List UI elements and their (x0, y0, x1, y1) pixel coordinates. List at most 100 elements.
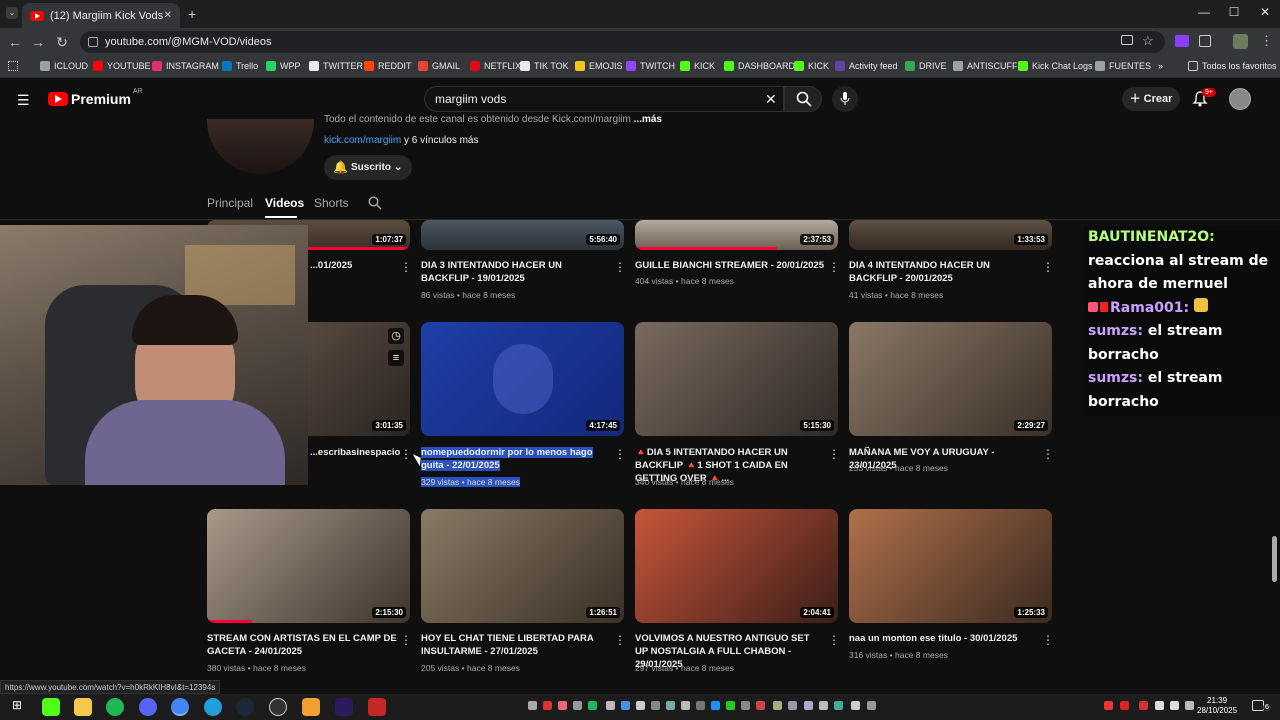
tray-icon[interactable] (651, 701, 660, 710)
bookmark-icloud[interactable]: ICLOUD (40, 61, 88, 71)
video-menu-icon[interactable]: ⋮ (828, 448, 840, 460)
browser-tab[interactable]: (12) Margiim Kick Vods - YouTube ✕ (22, 3, 180, 28)
extension-icon[interactable] (1175, 35, 1189, 47)
tray-icon[interactable] (773, 701, 782, 710)
video-menu-icon[interactable]: ⋮ (614, 261, 626, 273)
obs-icon[interactable] (269, 698, 287, 716)
search-input[interactable]: margiim vods ✕ (424, 86, 784, 112)
bookmark-antiscuff[interactable]: ANTISCUFF (953, 61, 1018, 71)
video-menu-icon[interactable]: ⋮ (614, 448, 626, 460)
tray-icon[interactable] (573, 701, 582, 710)
minimize-button[interactable]: — (1189, 5, 1219, 19)
close-tab-icon[interactable]: ✕ (164, 10, 172, 21)
create-button[interactable]: ＋ Crear (1122, 87, 1180, 111)
apps-grid-icon[interactable] (8, 61, 18, 71)
bookmark-kick-chat-logs[interactable]: Kick Chat Logs (1018, 61, 1093, 71)
app-icon[interactable] (302, 698, 320, 716)
bookmark-drive[interactable]: DRIVE (905, 61, 947, 71)
tray-icon[interactable] (711, 701, 720, 710)
video-menu-icon[interactable]: ⋮ (1042, 448, 1054, 460)
tab-videos[interactable]: Videos (265, 196, 304, 210)
video-title[interactable]: STREAM CON ARTISTAS EN EL CAMP DE GACETA… (207, 632, 397, 658)
tray-icon[interactable] (696, 701, 705, 710)
watch-later-icon[interactable]: ◷ (388, 328, 404, 344)
tab-shorts[interactable]: Shorts (314, 196, 349, 210)
add-to-queue-icon[interactable]: ≡ (388, 350, 404, 366)
address-bar[interactable]: youtube.com/@MGM-VOD/videos (80, 31, 1165, 53)
video-thumbnail[interactable]: 1:33:53 (849, 220, 1052, 250)
video-thumbnail[interactable]: 2:29:27 (849, 322, 1052, 436)
tray-icon[interactable] (558, 701, 567, 710)
tray-icon[interactable] (621, 701, 630, 710)
bookmark-trello[interactable]: Trello (222, 61, 258, 71)
bookmark-dashboard[interactable]: DASHBOARD (724, 61, 795, 71)
discord-icon[interactable] (139, 698, 157, 716)
tray-icon[interactable] (666, 701, 675, 710)
bookmark-star-icon[interactable]: ☆ (1142, 33, 1154, 49)
tray-icon[interactable] (819, 701, 828, 710)
tray-icon[interactable] (1104, 701, 1113, 710)
video-thumbnail[interactable]: 2:37:53 (635, 220, 838, 250)
clear-search-icon[interactable]: ✕ (765, 87, 777, 111)
kick-app-icon[interactable] (42, 698, 60, 716)
bookmark-gmail[interactable]: GMAIL (418, 61, 460, 71)
more-links[interactable]: y 6 vínculos más (404, 135, 478, 146)
account-avatar[interactable] (1229, 88, 1251, 110)
close-window-button[interactable]: ✕ (1250, 5, 1280, 19)
channel-avatar[interactable] (207, 119, 314, 174)
tab-search-icon[interactable]: ⌄ (6, 7, 18, 19)
video-title[interactable]: ...escribasinespacios... (310, 446, 400, 459)
tray-icon[interactable] (741, 701, 750, 710)
bookmark-emojis[interactable]: EMOJIS (575, 61, 623, 71)
back-icon[interactable]: ← (5, 34, 25, 50)
video-thumbnail[interactable]: 2:15:30 (207, 509, 410, 623)
kick-link[interactable]: kick.com/margiim (324, 135, 401, 146)
description-more-link[interactable]: ...más (634, 114, 662, 125)
app-icon[interactable] (368, 698, 386, 716)
video-thumbnail[interactable]: 4:17:45 (421, 322, 624, 436)
tray-icon[interactable] (756, 701, 765, 710)
profile-icon[interactable] (1233, 34, 1248, 49)
file-explorer-icon[interactable] (74, 698, 92, 716)
video-title[interactable]: ...01/2025 (310, 259, 400, 272)
video-thumbnail[interactable]: 5:56:40 (421, 220, 624, 250)
channel-description[interactable]: Todo el contenido de este canal es obten… (324, 114, 662, 125)
bookmarks-overflow-button[interactable]: » (1158, 61, 1163, 71)
bookmark-twitch[interactable]: TWITCH (626, 61, 675, 71)
video-thumbnail[interactable]: 1:25:33 (849, 509, 1052, 623)
tray-icon[interactable] (636, 701, 645, 710)
tab-principal[interactable]: Principal (207, 196, 253, 210)
menu-kebab-icon[interactable]: ⋮ (1260, 33, 1273, 49)
tray-icon[interactable] (588, 701, 597, 710)
bookmark-fuentes[interactable]: FUENTES (1095, 61, 1151, 71)
reload-icon[interactable]: ↻ (52, 34, 72, 51)
extensions-puzzle-icon[interactable] (1199, 35, 1211, 47)
maximize-button[interactable]: ☐ (1219, 5, 1249, 19)
forward-icon[interactable]: → (28, 34, 48, 50)
video-thumbnail[interactable]: 2:04:41 (635, 509, 838, 623)
tray-icon[interactable] (528, 701, 537, 710)
network-icon[interactable] (1155, 701, 1164, 710)
battery-icon[interactable] (1185, 701, 1194, 710)
video-menu-icon[interactable]: ⋮ (1042, 634, 1054, 646)
video-menu-icon[interactable]: ⋮ (400, 448, 412, 460)
tray-icon[interactable] (543, 701, 552, 710)
subscribed-button[interactable]: 🔔 Suscrito ⌄ (324, 155, 412, 180)
video-menu-icon[interactable]: ⋮ (400, 634, 412, 646)
new-tab-button[interactable]: + (188, 6, 196, 22)
video-menu-icon[interactable]: ⋮ (1042, 261, 1054, 273)
video-menu-icon[interactable]: ⋮ (828, 634, 840, 646)
search-button[interactable] (784, 86, 822, 112)
site-info-icon[interactable] (88, 37, 98, 47)
steam-icon[interactable] (236, 698, 254, 716)
volume-icon[interactable] (1170, 701, 1179, 710)
bookmark-instagram[interactable]: INSTAGRAM (152, 61, 219, 71)
page-scrollbar[interactable] (1272, 536, 1277, 582)
youtube-logo[interactable]: Premium AR (48, 88, 143, 107)
all-bookmarks-folder[interactable]: Todos los favoritos (1188, 61, 1277, 71)
tray-icon[interactable] (1120, 701, 1129, 710)
tray-icon[interactable] (1139, 701, 1148, 710)
video-menu-icon[interactable]: ⋮ (614, 634, 626, 646)
video-title[interactable]: HOY EL CHAT TIENE LIBERTAD PARA INSULTAR… (421, 632, 611, 658)
bookmark-kick[interactable]: KICK (794, 61, 829, 71)
